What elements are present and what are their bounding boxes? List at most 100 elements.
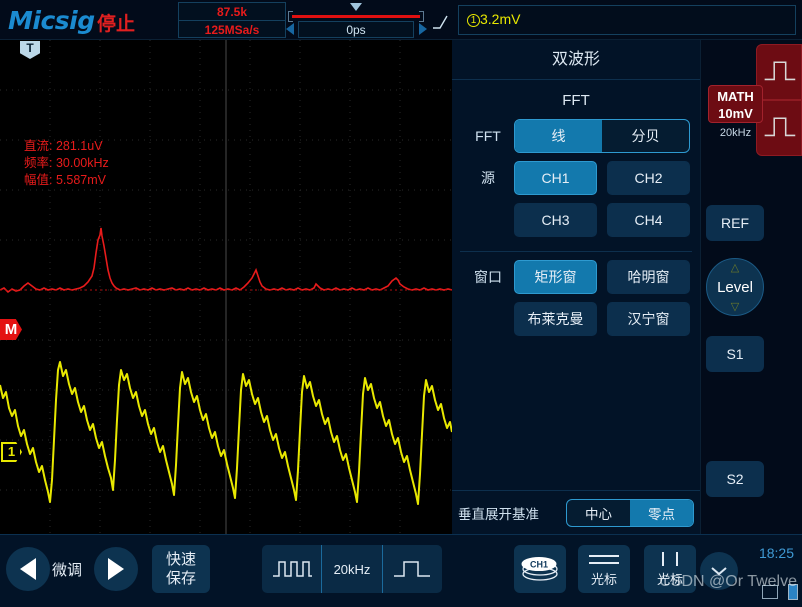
math-channel-button[interactable]: MATH 10mV [708, 85, 763, 123]
measurement-frequency-value: 30.00kHz [56, 156, 109, 170]
window-row-bottom: 布莱克曼 汉宁窗 [452, 298, 700, 340]
source-option-ch4[interactable]: CH4 [607, 203, 690, 237]
window-option-rectangular[interactable]: 矩形窗 [514, 260, 597, 294]
vertical-cursor-button[interactable]: 光标 [644, 545, 696, 593]
measurement-frequency-label: 频率 [24, 156, 49, 170]
window-option-hamming[interactable]: 哈明窗 [607, 260, 690, 294]
system-clock: 18:25 [759, 545, 794, 561]
timebase-bar [292, 15, 420, 18]
panel-title: 双波形 [452, 40, 700, 80]
fft-mode-option-decibel[interactable]: 分贝 [602, 120, 689, 152]
timebase-right-bracket [419, 11, 424, 22]
right-sidebar: MATH 10mV 20kHz REF △ Level ▽ S1 S2 [700, 40, 802, 534]
window-row-top: 窗口 矩形窗 哈明窗 [452, 256, 700, 298]
header-bar: Micsig 停止 87.5k 125MSa/s 0ps 13.2mV [0, 0, 802, 40]
vertical-reference-option-center[interactable]: 中心 [567, 500, 630, 526]
window-label: 窗口 [462, 267, 514, 287]
timebase-position-marker[interactable] [350, 3, 362, 11]
math-frequency-value: 20kHz [708, 127, 763, 139]
svg-text:CH1: CH1 [530, 560, 548, 570]
measurement-dc: 直流: 281.1uV [24, 138, 109, 155]
single-pulse-icon [391, 556, 433, 582]
bottom-toolbar: 微调 快速 保存 20kHz [0, 534, 802, 607]
waveform-display[interactable]: T M 1 直流: 281.1uV 频率: 30.00kHz 幅值: 5.587… [0, 40, 452, 534]
pulse-frequency-group: 20kHz [262, 545, 442, 593]
measurement-amplitude-label: 幅值 [24, 173, 49, 187]
vertical-reference-row: 垂直展开基准 中心 零点 [452, 490, 700, 534]
measurement-dc-label: 直流 [24, 139, 49, 153]
double-pulse-button[interactable] [262, 545, 321, 593]
level-label: Level [717, 279, 753, 296]
memory-depth-value: 87.5k [179, 3, 285, 21]
quick-save-button[interactable]: 快速 保存 [152, 545, 210, 593]
frequency-value[interactable]: 20kHz [322, 545, 381, 593]
arrow-right-icon [108, 558, 124, 580]
single-pulse-button[interactable] [383, 545, 442, 593]
fft-mode-row: FFT 线 分贝 [452, 115, 700, 157]
window-option-blackman[interactable]: 布莱克曼 [514, 302, 597, 336]
acquisition-info[interactable]: 87.5k 125MSa/s [178, 2, 286, 38]
fft-mode-segmented-control[interactable]: 线 分贝 [514, 119, 690, 153]
measurement-readouts-top: 直流: 281.1uV 频率: 30.00kHz 幅值: 5.587mV [24, 138, 109, 189]
sample-rate-value: 125MSa/s [179, 21, 285, 39]
horizontal-cursor-button[interactable]: 光标 [578, 545, 630, 593]
measurement-dc-value: 281.1uV [56, 139, 103, 153]
ch1-sawtooth-trace [0, 40, 452, 534]
brand-logo: Micsig [8, 6, 95, 35]
run-state-label[interactable]: 停止 [97, 9, 135, 36]
chevron-down-icon: ▽ [731, 300, 739, 313]
quick-save-line2: 保存 [166, 569, 196, 588]
rising-edge-icon[interactable] [432, 14, 450, 30]
vertical-reference-option-zero[interactable]: 零点 [630, 500, 693, 526]
math-scale-value: 10mV [709, 105, 762, 122]
vertical-cursor-icon [653, 551, 687, 567]
quick-save-line1: 快速 [166, 550, 196, 569]
channel-stack-button[interactable]: CH1 [514, 545, 566, 593]
window-status-icon[interactable] [762, 585, 778, 599]
arrow-left-icon [20, 558, 36, 580]
measurement-frequency: 频率: 30.00kHz [24, 155, 109, 172]
expand-menu-button[interactable] [700, 552, 738, 590]
s2-button[interactable]: S2 [706, 461, 764, 497]
ref-button[interactable]: REF [706, 205, 764, 241]
timebase-prev-arrow[interactable] [286, 23, 294, 35]
previous-button[interactable] [6, 547, 50, 591]
chevron-down-icon [709, 565, 729, 577]
fine-tune-label[interactable]: 微调 [52, 559, 82, 580]
next-button[interactable] [94, 547, 138, 591]
vertical-cursor-label: 光标 [657, 569, 683, 588]
channel-readout-value: 3.2mV [480, 11, 520, 27]
measurement-amplitude-value: 5.587mV [56, 173, 106, 187]
time-offset-value: 0ps [298, 21, 414, 38]
channel-readout-box[interactable]: 13.2mV [458, 5, 796, 35]
fft-mode-option-linear[interactable]: 线 [515, 120, 602, 152]
window-option-hanning[interactable]: 汉宁窗 [607, 302, 690, 336]
settings-panel: 双波形 FFT FFT 线 分贝 源 CH1 CH2 CH3 CH4 [452, 40, 700, 534]
s1-button[interactable]: S1 [706, 336, 764, 372]
source-label: 源 [462, 168, 514, 188]
timebase-next-arrow[interactable] [419, 23, 427, 35]
source-option-ch3[interactable]: CH3 [514, 203, 597, 237]
fft-section-heading: FFT [452, 92, 700, 109]
vertical-reference-label: 垂直展开基准 [458, 503, 566, 523]
timebase-position-control[interactable]: 0ps [286, 2, 426, 38]
chevron-up-icon: △ [731, 261, 739, 274]
source-row-bottom: CH3 CH4 [452, 199, 700, 241]
trigger-level-knob[interactable]: △ Level ▽ [706, 258, 764, 316]
source-option-ch2[interactable]: CH2 [607, 161, 690, 195]
pulse-icon [757, 101, 801, 155]
oscilloscope-app: Micsig 停止 87.5k 125MSa/s 0ps 13.2mV [0, 0, 802, 607]
horizontal-cursor-icon [587, 551, 621, 567]
panel-divider [460, 251, 692, 252]
channel-number-badge: 1 [467, 14, 480, 27]
pulse-icon [757, 45, 801, 99]
vertical-reference-segmented-control[interactable]: 中心 零点 [566, 499, 694, 527]
fft-mode-label: FFT [462, 128, 514, 144]
measurement-amplitude: 幅值: 5.587mV [24, 172, 109, 189]
math-label: MATH [709, 88, 762, 105]
channel-readout-text: 13.2mV [467, 11, 520, 27]
battery-icon [788, 584, 798, 600]
source-row-top: 源 CH1 CH2 [452, 157, 700, 199]
channel-stack-icon: CH1 [518, 552, 562, 586]
source-option-ch1[interactable]: CH1 [514, 161, 597, 195]
